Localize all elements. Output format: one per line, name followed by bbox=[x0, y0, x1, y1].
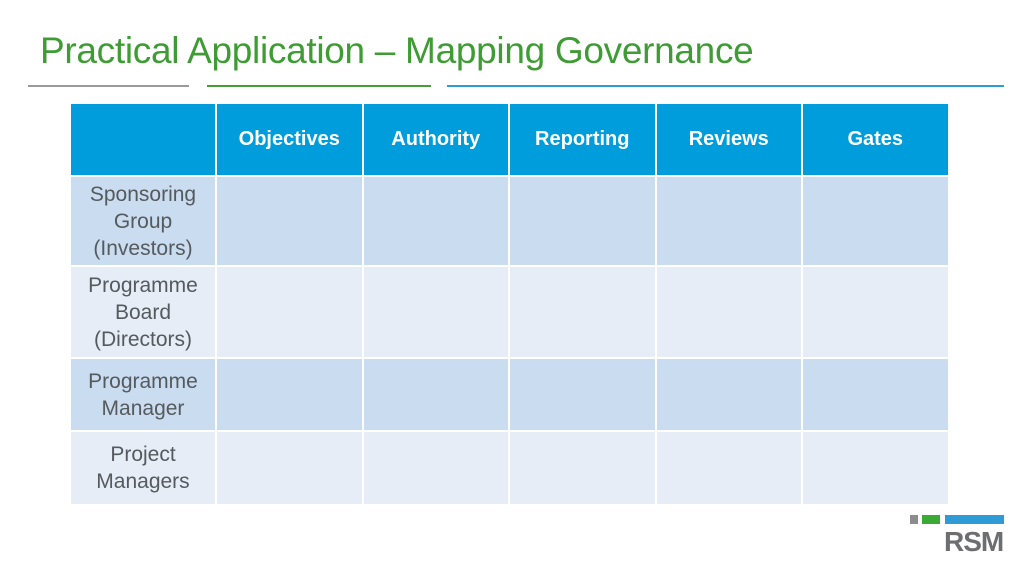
logo-bar-blue bbox=[945, 515, 1004, 524]
title-rule-green bbox=[207, 85, 431, 87]
title-rule-blue bbox=[447, 85, 1004, 87]
rsm-logo: RSM bbox=[910, 515, 1004, 557]
table-header-row: Objectives Authority Reporting Reviews G… bbox=[69, 102, 950, 177]
table-cell bbox=[215, 175, 364, 267]
row-label-line: Board bbox=[114, 300, 172, 324]
table-cell bbox=[654, 175, 803, 267]
table-cell bbox=[215, 357, 364, 432]
logo-bar-gray bbox=[910, 515, 918, 524]
row-label-line: Group bbox=[113, 209, 173, 233]
header-gates: Gates bbox=[801, 102, 950, 177]
row-label-line: Programme bbox=[88, 369, 198, 393]
table-cell bbox=[508, 175, 657, 267]
table-cell bbox=[361, 175, 510, 267]
row-label-programme-board: Programme Board (Directors) bbox=[69, 265, 217, 359]
table-row: Programme Manager bbox=[69, 357, 950, 432]
header-reporting: Reporting bbox=[508, 102, 657, 177]
logo-bar-green bbox=[922, 515, 940, 524]
table-cell bbox=[654, 357, 803, 432]
logo-wordmark: RSM bbox=[944, 526, 1004, 557]
table-cell bbox=[508, 357, 657, 432]
table-row: Project Managers bbox=[69, 430, 950, 506]
table-cell bbox=[508, 430, 657, 506]
title-rule-gray bbox=[28, 85, 189, 87]
table-cell bbox=[215, 265, 364, 359]
row-label-line: (Directors) bbox=[94, 327, 192, 351]
header-corner bbox=[69, 102, 217, 177]
table-cell bbox=[654, 430, 803, 506]
table-cell bbox=[801, 430, 950, 506]
header-authority: Authority bbox=[361, 102, 510, 177]
row-label-project-managers: Project Managers bbox=[69, 430, 217, 506]
row-label-programme-manager: Programme Manager bbox=[69, 357, 217, 432]
table-row: Sponsoring Group (Investors) bbox=[69, 175, 950, 267]
table-cell bbox=[361, 357, 510, 432]
row-label-line: Managers bbox=[96, 470, 190, 493]
table-cell bbox=[801, 175, 950, 267]
row-label-line: (Investors) bbox=[93, 236, 193, 260]
row-label-sponsoring-group: Sponsoring Group (Investors) bbox=[69, 175, 217, 267]
row-label-line: Project bbox=[110, 443, 176, 466]
governance-table: Objectives Authority Reporting Reviews G… bbox=[69, 102, 950, 506]
table-cell bbox=[508, 265, 657, 359]
header-objectives: Objectives bbox=[215, 102, 364, 177]
table-cell bbox=[801, 357, 950, 432]
header-reviews: Reviews bbox=[654, 102, 803, 177]
table-cell bbox=[361, 430, 510, 506]
row-label-line: Sponsoring bbox=[89, 182, 197, 206]
row-label-line: Manager bbox=[101, 396, 185, 420]
table-cell bbox=[801, 265, 950, 359]
table-cell bbox=[361, 265, 510, 359]
table-cell bbox=[654, 265, 803, 359]
row-label-line: Programme bbox=[88, 273, 198, 297]
table-row: Programme Board (Directors) bbox=[69, 265, 950, 359]
table-cell bbox=[215, 430, 364, 506]
slide-title: Practical Application – Mapping Governan… bbox=[40, 30, 754, 71]
